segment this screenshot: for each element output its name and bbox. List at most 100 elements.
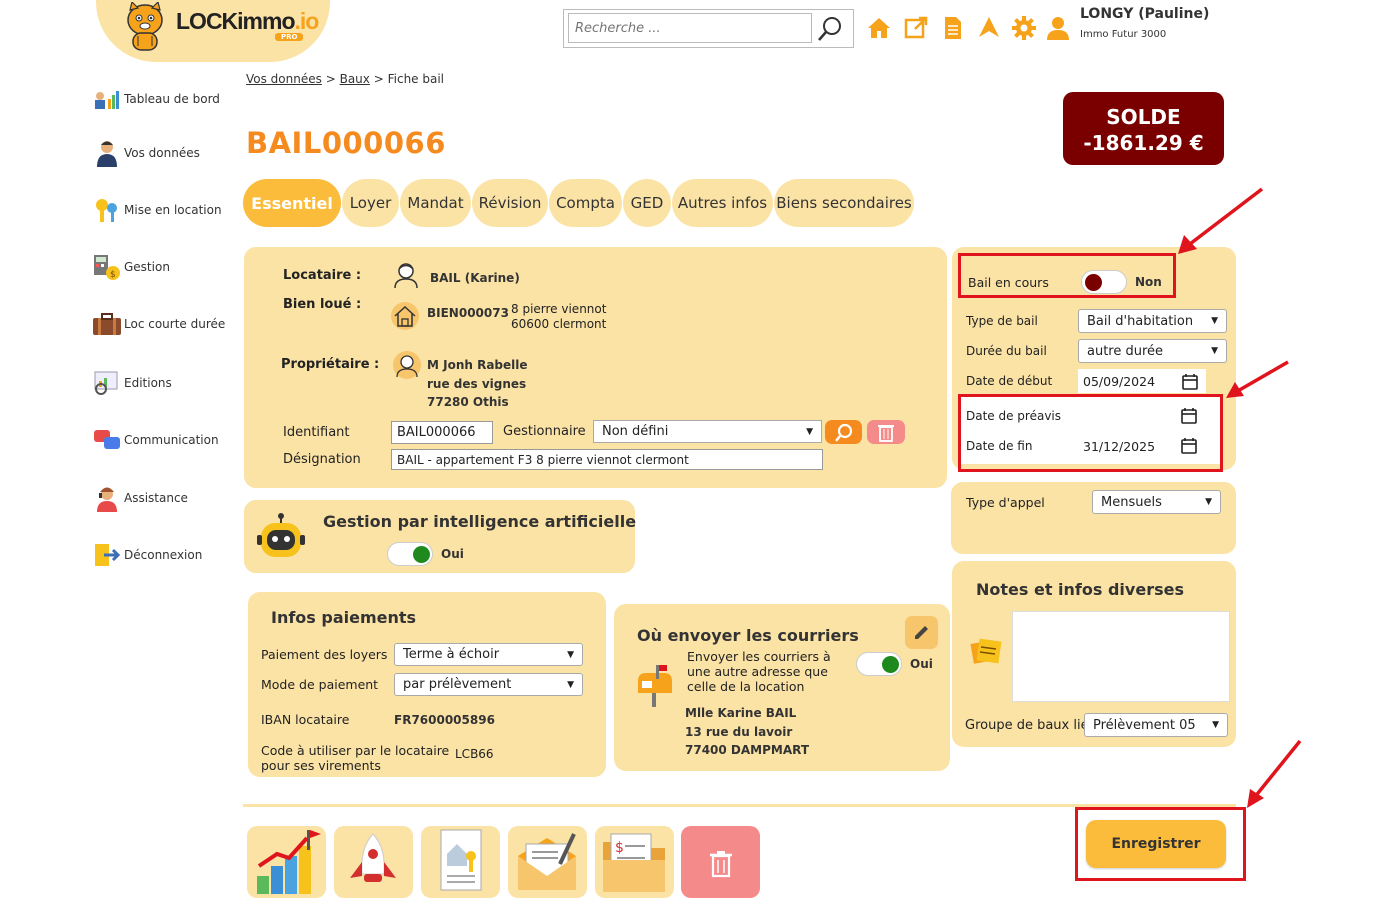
date-preavis-input[interactable] — [1078, 404, 1173, 428]
breadcrumb-baux[interactable]: Baux — [340, 72, 370, 86]
tab-essentiel[interactable]: Essentiel — [243, 179, 341, 227]
bail-en-cours-value: Non — [1135, 275, 1162, 289]
trash-icon — [710, 851, 732, 878]
property-document-tile[interactable] — [421, 826, 500, 898]
annotation-arrow-icon — [1247, 739, 1302, 808]
sidebar-item-label: Mise en location — [124, 203, 222, 217]
sidebar-item-vos-donnees[interactable]: Vos données — [92, 138, 242, 168]
sticky-notes-icon — [970, 638, 1002, 664]
mail-recipient-address-line2: 77400 DAMPMART — [685, 743, 810, 757]
external-link-icon[interactable] — [903, 15, 929, 41]
owner-icon — [393, 351, 421, 379]
calculator-icon: $ — [94, 255, 120, 280]
loyers-select[interactable]: Terme à échoir ▼ — [394, 643, 583, 666]
user-icon[interactable] — [1045, 15, 1071, 41]
support-icon — [97, 487, 117, 512]
tab-autres-infos[interactable]: Autres infos — [672, 179, 773, 227]
calendar-icon[interactable] — [1180, 437, 1198, 455]
sidebar-item-communication[interactable]: Communication — [92, 425, 242, 455]
groupe-baux-select[interactable]: Prélèvement 05 ▼ — [1084, 713, 1228, 737]
duree-bail-label: Durée du bail — [966, 344, 1047, 358]
sidebar-item-label: Tableau de bord — [124, 92, 220, 106]
search-input[interactable] — [568, 13, 812, 43]
sidebar-item-assistance[interactable]: Assistance — [92, 483, 242, 513]
proprietaire-name[interactable]: M Jonh Rabelle — [427, 358, 528, 372]
delete-bail-tile[interactable] — [681, 826, 760, 898]
mail-toggle-label: Oui — [910, 657, 933, 671]
date-debut-label: Date de début — [966, 374, 1053, 388]
solde-badge: SOLDE -1861.29 € — [1063, 92, 1224, 165]
calendar-icon[interactable] — [1181, 373, 1199, 391]
sidebar-item-dashboard[interactable]: Tableau de bord — [92, 84, 242, 114]
sidebar-item-label: Déconnexion — [124, 548, 203, 562]
type-appel-select[interactable]: Mensuels ▼ — [1092, 490, 1221, 514]
mail-toggle[interactable] — [856, 652, 902, 676]
growth-chart-icon — [257, 830, 321, 894]
rocket-icon — [350, 833, 396, 882]
duree-bail-select[interactable]: autre durée ▼ — [1078, 339, 1227, 363]
tab-biens-secondaires[interactable]: Biens secondaires — [774, 179, 914, 227]
dashboard-icon — [95, 91, 119, 109]
sidebar-item-editions[interactable]: Editions — [92, 368, 242, 398]
mail-desc-line3: celle de la location — [687, 679, 805, 694]
search-gestionnaire-icon[interactable] — [825, 420, 862, 444]
date-fin-label: Date de fin — [966, 439, 1033, 453]
proprietaire-label: Propriétaire : — [281, 357, 380, 372]
identifiant-input[interactable]: BAIL000066 — [391, 421, 493, 444]
trash-icon[interactable] — [867, 420, 905, 444]
calendar-icon[interactable] — [1180, 407, 1198, 425]
user-company: Immo Futur 3000 — [1080, 29, 1167, 40]
home-icon[interactable] — [866, 15, 892, 41]
search-icon[interactable] — [816, 15, 846, 43]
locataire-value[interactable]: BAIL (Karine) — [430, 271, 520, 285]
tab-compta[interactable]: Compta — [549, 179, 622, 227]
sidebar-item-deconnexion[interactable]: Déconnexion — [92, 540, 242, 570]
stats-tile[interactable] — [247, 826, 326, 898]
annotation-arrow-icon — [1178, 187, 1264, 254]
sidebar-item-mise-en-location[interactable]: Mise en location — [92, 195, 242, 225]
edit-pencil-icon[interactable] — [905, 616, 938, 649]
chevron-down-icon: ▼ — [1212, 720, 1219, 730]
breadcrumb-vos-donnees[interactable]: Vos données — [246, 72, 322, 86]
type-bail-value: Bail d'habitation — [1087, 313, 1194, 329]
tab-ged[interactable]: GED — [623, 179, 671, 227]
sidebar-item-gestion[interactable]: $ Gestion — [92, 252, 242, 282]
user-name[interactable]: LONGY (Pauline) — [1080, 6, 1209, 22]
sidebar-item-label: Communication — [124, 433, 219, 447]
document-icon[interactable] — [940, 15, 966, 41]
notes-textarea[interactable] — [1012, 611, 1230, 702]
gear-icon[interactable] — [1011, 15, 1037, 41]
accounting-folder-tile[interactable]: $ — [595, 826, 674, 898]
navigation-icon[interactable] — [976, 15, 1002, 41]
launch-tile[interactable] — [334, 826, 413, 898]
tenant-icon — [394, 263, 418, 288]
breadcrumb-separator: > — [373, 72, 384, 86]
tab-mandat[interactable]: Mandat — [400, 179, 471, 227]
payments-title: Infos paiements — [271, 608, 417, 627]
bail-en-cours-toggle[interactable] — [1081, 270, 1127, 294]
designation-input[interactable]: BAIL - appartement F3 8 pierre viennot c… — [391, 449, 823, 470]
mail-letter-tile[interactable] — [508, 826, 587, 898]
chevron-down-icon: ▼ — [1211, 316, 1218, 326]
loyers-value: Terme à échoir — [403, 647, 500, 662]
tab-revision[interactable]: Révision — [472, 179, 548, 227]
bien-code[interactable]: BIEN000073 — [427, 306, 509, 320]
mode-select[interactable]: par prélèvement ▼ — [394, 673, 583, 696]
date-fin-value: 31/12/2025 — [1083, 438, 1156, 454]
save-button[interactable]: Enregistrer — [1086, 820, 1226, 868]
tab-loyer[interactable]: Loyer — [342, 179, 399, 227]
type-bail-select[interactable]: Bail d'habitation ▼ — [1078, 309, 1227, 333]
sidebar-item-loc-courte-duree[interactable]: Loc courte durée — [92, 309, 242, 339]
mode-value: par prélèvement — [403, 677, 512, 692]
date-fin-input[interactable]: 31/12/2025 — [1078, 434, 1173, 458]
chevron-down-icon: ▼ — [1205, 497, 1212, 507]
svg-text:$: $ — [110, 270, 116, 280]
ai-toggle-label: Oui — [441, 547, 464, 561]
mail-recipient-address-line1: 13 rue du lavoir — [685, 725, 793, 739]
ai-toggle[interactable] — [387, 542, 433, 566]
gestionnaire-select[interactable]: Non défini ▼ — [593, 420, 822, 443]
loyers-label: Paiement des loyers — [261, 647, 388, 662]
sidebar-item-label: Gestion — [124, 260, 170, 274]
bien-address-line1: 8 pierre viennot — [511, 302, 607, 316]
logo-text: LOCKimmo.io — [176, 8, 319, 34]
